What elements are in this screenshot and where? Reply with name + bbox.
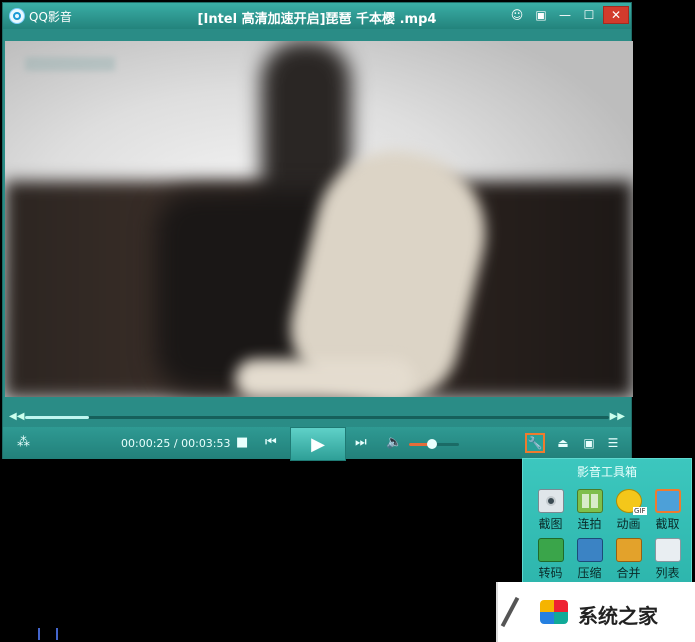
stop-button[interactable]: ■ <box>236 435 248 450</box>
burst-grid-icon <box>576 489 603 513</box>
film-cut-icon <box>654 489 681 513</box>
close-button[interactable]: ✕ <box>603 6 629 24</box>
playlist-button[interactable]: ☰ <box>603 433 623 453</box>
toolbox-button[interactable]: 🔧 <box>525 433 545 453</box>
tool-clip[interactable]: 截取 <box>648 489 687 532</box>
toolbox-grid: 截图 连拍 动画 截取 转码 压缩 合并 列表 <box>531 489 687 581</box>
tool-list[interactable]: 列表 <box>648 538 687 581</box>
chat-icon[interactable]: ☺ <box>507 6 527 24</box>
tool-label: 列表 <box>655 566 680 580</box>
control-bar: ⁂ 00:00:25 / 00:03:53 ■ ⏮ ▶ ⏭ 🔈 🔧 ⏏ ▣ ☰ <box>3 427 631 461</box>
windows-logo-icon <box>540 600 568 624</box>
tool-label: 合并 <box>616 566 641 580</box>
video-hand <box>235 359 415 397</box>
tool-merge[interactable]: 合并 <box>609 538 648 581</box>
video-watermark <box>25 57 115 71</box>
merge-icon <box>615 538 642 562</box>
footprint-icon[interactable]: ⁂ <box>17 435 30 450</box>
title-bar[interactable]: QQ影音 [Intel 高清加速开启]琵琶 千本樱 .mp4 ☺ ▣ — ☐ ✕ <box>3 3 631 29</box>
maximize-button[interactable]: ☐ <box>579 6 599 24</box>
list-settings-icon <box>654 538 681 562</box>
rewind-icon[interactable]: ◀◀ <box>9 411 24 422</box>
minimize-button[interactable]: — <box>555 6 575 24</box>
play-button[interactable]: ▶ <box>290 427 346 461</box>
desktop-marker <box>56 628 58 640</box>
skin-icon[interactable]: ▣ <box>531 6 551 24</box>
tool-gif[interactable]: 动画 <box>609 489 648 532</box>
play-icon: ▶ <box>311 433 325 455</box>
seek-track[interactable] <box>25 416 609 419</box>
picture-icon: ▣ <box>583 436 595 450</box>
volume-knob[interactable] <box>426 439 437 449</box>
tool-screenshot[interactable]: 截图 <box>531 489 570 532</box>
desktop-marker <box>38 628 40 640</box>
tool-label: 连拍 <box>577 517 602 531</box>
list-icon: ☰ <box>607 436 619 450</box>
player-window: QQ影音 [Intel 高清加速开启]琵琶 千本樱 .mp4 ☺ ▣ — ☐ ✕… <box>2 2 633 461</box>
tool-convert[interactable]: 转码 <box>531 538 570 581</box>
volume-icon[interactable]: 🔈 <box>386 435 402 450</box>
video-area[interactable] <box>5 41 633 397</box>
time-display: 00:00:25 / 00:03:53 <box>121 437 231 450</box>
tool-label: 动画 <box>616 517 641 531</box>
site-watermark: 系统之家 <box>496 582 695 642</box>
watermark-slash <box>500 596 520 628</box>
tool-compress[interactable]: 压缩 <box>570 538 609 581</box>
seek-progress <box>25 416 90 419</box>
tool-label: 转码 <box>538 566 563 580</box>
fast-forward-icon[interactable]: ▶▶ <box>610 411 625 422</box>
tool-label: 截图 <box>538 517 563 531</box>
gif-smiley-icon <box>615 489 647 515</box>
watermark-text: 系统之家 <box>578 604 658 628</box>
time-separator: / <box>170 437 182 450</box>
camera-icon <box>537 489 564 513</box>
toolbox-title: 影音工具箱 <box>576 465 637 479</box>
window-controls: ☺ ▣ — ☐ ✕ <box>507 6 629 24</box>
tool-label: 压缩 <box>577 566 602 580</box>
tool-burst[interactable]: 连拍 <box>570 489 609 532</box>
previous-button[interactable]: ⏮ <box>265 435 277 450</box>
volume-slider[interactable] <box>409 439 459 449</box>
eject-icon: ⏏ <box>557 436 569 450</box>
convert-icon <box>537 538 564 562</box>
next-button[interactable]: ⏭ <box>355 435 367 450</box>
seek-bar[interactable]: ◀◀ ▶▶ <box>3 411 631 425</box>
current-time: 00:00:25 <box>121 437 171 450</box>
mini-mode-button[interactable]: ▣ <box>579 433 599 453</box>
total-time: 00:03:53 <box>181 437 231 450</box>
compress-icon <box>576 538 603 562</box>
open-file-button[interactable]: ⏏ <box>553 433 573 453</box>
wrench-icon: 🔧 <box>527 436 543 450</box>
tool-label: 截取 <box>655 517 680 531</box>
